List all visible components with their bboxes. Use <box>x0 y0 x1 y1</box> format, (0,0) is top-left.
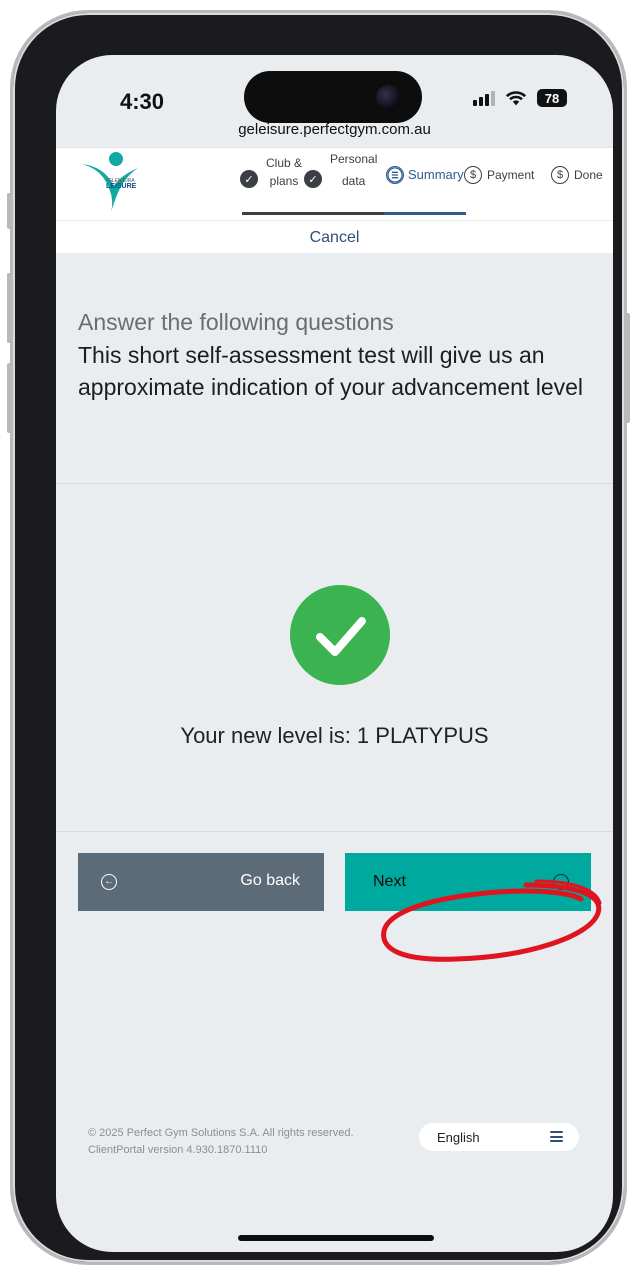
list-icon <box>386 166 404 184</box>
menu-icon <box>550 1131 563 1142</box>
divider <box>56 831 613 832</box>
address-bar-url[interactable]: geleisure.perfectgym.com.au <box>56 121 613 138</box>
success-check-icon <box>290 585 390 685</box>
level-result-text: Your new level is: 1 PLATYPUS <box>180 723 489 748</box>
go-back-button[interactable]: ← Go back <box>78 853 324 911</box>
language-select[interactable]: English <box>419 1123 579 1151</box>
step-summary[interactable]: Summary <box>386 166 464 184</box>
checkout-steps: ✓ Club & plans ✓ Personal data Summary $… <box>238 152 613 216</box>
step-payment[interactable]: $ Payment <box>464 166 534 184</box>
dollar-icon: $ <box>551 166 569 184</box>
page-header: GLEN EIRA LEISURE ✓ Club & plans ✓ Perso… <box>56 147 613 253</box>
divider <box>56 483 613 484</box>
battery-icon: 78 <box>537 89 567 107</box>
phone-frame: 4:30 78 geleisure.perfectgym.com.au GLEN… <box>7 10 630 1265</box>
next-label: Next <box>373 873 406 890</box>
dollar-icon: $ <box>464 166 482 184</box>
step-label: Club & <box>266 156 303 170</box>
step-label: Payment <box>487 168 535 182</box>
progress-completed <box>242 212 384 215</box>
dynamic-island <box>244 71 422 123</box>
intro-description: This short self-assessment test will giv… <box>78 342 584 400</box>
step-label: plans <box>269 174 299 188</box>
intro-section: Answer the following questions This shor… <box>78 307 588 403</box>
status-icons: 78 <box>473 89 567 107</box>
language-value: English <box>437 1129 480 1145</box>
arrow-right-icon: → <box>553 874 569 890</box>
glen-eira-leisure-logo: GLEN EIRA LEISURE <box>82 152 138 212</box>
step-club-plans[interactable]: ✓ Club & plans <box>240 154 302 190</box>
go-back-label: Go back <box>240 872 300 889</box>
step-personal-data[interactable]: ✓ Personal data <box>304 150 377 190</box>
check-icon: ✓ <box>240 170 258 188</box>
wifi-icon <box>505 91 527 106</box>
status-time: 4:30 <box>120 89 165 114</box>
step-label: Done <box>574 168 603 182</box>
arrow-left-icon: ← <box>101 874 117 890</box>
step-label: Personal <box>330 152 378 166</box>
intro-title: Answer the following questions <box>78 309 394 335</box>
check-icon: ✓ <box>304 170 322 188</box>
home-indicator[interactable] <box>238 1235 434 1241</box>
volume-down-button-2 <box>7 363 11 433</box>
progress-current <box>384 212 466 215</box>
next-button[interactable]: Next → <box>345 853 591 911</box>
cancel-link[interactable]: Cancel <box>56 220 613 254</box>
step-label: Summary <box>408 167 464 182</box>
camera-icon <box>376 85 400 109</box>
volume-up-button <box>7 193 11 229</box>
power-button <box>626 313 630 423</box>
volume-down-button <box>7 273 11 343</box>
footer-copyright: © 2025 Perfect Gym Solutions S.A. All ri… <box>88 1127 354 1156</box>
logo-text-line2: LEISURE <box>106 183 137 190</box>
phone-screen: 4:30 78 geleisure.perfectgym.com.au GLEN… <box>56 55 613 1252</box>
signal-icon <box>473 90 495 106</box>
step-label: data <box>342 174 366 188</box>
step-done[interactable]: $ Done <box>551 166 603 184</box>
